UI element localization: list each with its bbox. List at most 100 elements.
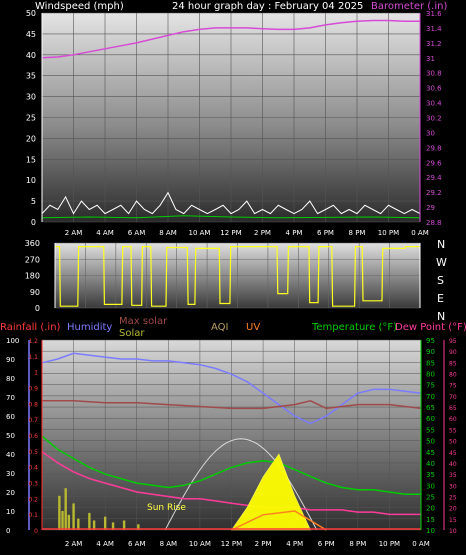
sunrise-label: Sun Rise — [147, 503, 186, 513]
rainfall-y-tick: 0.4 — [28, 465, 38, 472]
legend: Rainfall (.in) Humidity Max solar Solar … — [0, 316, 466, 339]
temperature-y-tick: 60 — [426, 415, 435, 423]
wind-x-tick: 12 PM — [220, 229, 241, 237]
humidity-y-tick: 70 — [6, 394, 15, 402]
wind-y-tick: 40 — [26, 51, 36, 60]
barometer-y-tick: 30 — [426, 129, 435, 137]
dew-point-y-tick: 55 — [449, 427, 457, 434]
dew-point-y-tick: 40 — [449, 461, 457, 468]
temperature-y-tick: 75 — [426, 382, 435, 390]
aqi-bar — [64, 488, 67, 530]
direction-y-tick: 90 — [30, 288, 40, 297]
rainfall-y-tick: 0.6 — [28, 433, 38, 440]
legend-rainfall: Rainfall (.in) — [0, 322, 61, 333]
barometer-y-tick: 30.4 — [426, 100, 442, 108]
legend-uv: UV — [246, 322, 260, 333]
temperature-y-tick: 85 — [426, 359, 435, 367]
barometer-y-tick: 31.6 — [426, 10, 442, 18]
aqi-bar — [88, 512, 91, 530]
legend-humidity: Humidity — [67, 322, 112, 333]
wind-x-tick: 2 AM — [65, 229, 83, 237]
wind-y-tick: 30 — [26, 93, 36, 102]
conditions-x-tick: 12 PM — [221, 540, 242, 548]
compass-n-top: N — [437, 238, 445, 251]
barometer-y-tick: 30.2 — [426, 115, 442, 123]
conditions-x-tick: 8 PM — [349, 540, 366, 548]
conditions-x-tick: 2 AM — [65, 540, 83, 548]
compass-e: E — [437, 292, 444, 305]
humidity-y-tick: 20 — [6, 489, 15, 497]
temperature-y-tick: 65 — [426, 404, 435, 412]
compass-w: W — [436, 256, 447, 269]
humidity-y-tick: 50 — [6, 432, 15, 440]
barometer-y-tick: 30.8 — [426, 70, 442, 78]
conditions-x-tick: 10 AM — [189, 540, 211, 548]
conditions-x-tick: 2 PM — [255, 540, 272, 548]
dew-point-y-tick: 30 — [449, 483, 457, 490]
conditions-x-tick: 6 AM — [128, 540, 146, 548]
barometer-y-tick: 31.4 — [426, 25, 442, 33]
rainfall-y-tick: 0.5 — [28, 449, 38, 456]
rainfall-y-tick: 0.8 — [28, 401, 38, 408]
temperature-y-tick: 10 — [426, 527, 435, 535]
barometer-y-tick: 29 — [426, 204, 435, 212]
dew-point-y-tick: 70 — [449, 394, 457, 401]
barometer-y-tick: 31.2 — [426, 40, 442, 48]
wind-y-tick: 25 — [26, 114, 36, 123]
aqi-bar — [61, 511, 64, 530]
wind-y-tick: 20 — [26, 134, 36, 143]
barometer-y-tick: 29.2 — [426, 189, 442, 197]
conditions-x-tick: 4 AM — [96, 540, 114, 548]
compass-s: S — [437, 274, 444, 287]
humidity-y-tick: 90 — [6, 356, 15, 364]
humidity-y-tick: 40 — [6, 451, 15, 459]
temperature-y-tick: 35 — [426, 471, 435, 479]
wind-y-tick: 45 — [26, 30, 36, 39]
legend-dew-point: Dew Point (°F) — [395, 322, 466, 333]
rainfall-y-tick: 0.1 — [28, 512, 38, 519]
conditions-x-tick: 8 AM — [160, 540, 178, 548]
temperature-y-tick: 25 — [426, 493, 435, 501]
rainfall-y-tick: 0.3 — [28, 481, 38, 488]
aqi-bar — [72, 503, 75, 530]
temperature-y-tick: 50 — [426, 438, 435, 446]
wind-x-tick: 4 PM — [286, 229, 303, 237]
temperature-y-tick: 70 — [426, 393, 435, 401]
dew-point-y-tick: 65 — [449, 405, 457, 412]
legend-solar: Solar — [119, 328, 145, 339]
dew-point-y-tick: 80 — [449, 372, 457, 379]
humidity-y-tick: 10 — [6, 508, 15, 516]
wind-x-tick: 10 PM — [378, 229, 399, 237]
temperature-y-tick: 40 — [426, 460, 435, 468]
temperature-y-tick: 15 — [426, 516, 435, 524]
dew-point-y-tick: 60 — [449, 416, 457, 423]
barometer-y-tick: 29.6 — [426, 159, 442, 167]
temperature-y-tick: 20 — [426, 505, 435, 513]
dew-point-y-tick: 85 — [449, 360, 457, 367]
aqi-bar — [58, 495, 61, 530]
temperature-y-tick: 80 — [426, 371, 435, 379]
dew-point-y-tick: 45 — [449, 450, 457, 457]
compass-labels: N W S E N — [436, 238, 447, 323]
dew-point-y-tick: 95 — [449, 338, 457, 345]
wind-x-tick: 6 AM — [128, 229, 146, 237]
rainfall-y-tick: 0.9 — [28, 386, 38, 393]
wind-y-tick: 35 — [26, 72, 36, 81]
chart-canvas: Windspeed (mph) 24 hour graph day : Febr… — [0, 1, 466, 548]
barometer-y-tick: 30.6 — [426, 85, 442, 93]
rainfall-y-tick: 0 — [34, 528, 38, 535]
direction-y-tick: 180 — [25, 272, 40, 281]
wind-y-tick: 0 — [31, 218, 36, 227]
humidity-y-tick: 0 — [6, 527, 10, 535]
wind-x-tick: 8 AM — [159, 229, 177, 237]
direction-y-tick: 360 — [25, 239, 40, 248]
rainfall-y-tick: 1.1 — [28, 354, 38, 361]
aqi-bar — [103, 516, 107, 530]
humidity-y-tick: 80 — [6, 375, 15, 383]
humidity-y-tick: 30 — [6, 470, 15, 478]
dew-point-y-tick: 25 — [449, 494, 457, 501]
conditions-x-tick: 10 PM — [379, 540, 400, 548]
wind-x-tick: 8 PM — [349, 229, 366, 237]
temperature-y-tick: 45 — [426, 449, 435, 457]
conditions-x-tick: 0 AM — [412, 540, 430, 548]
